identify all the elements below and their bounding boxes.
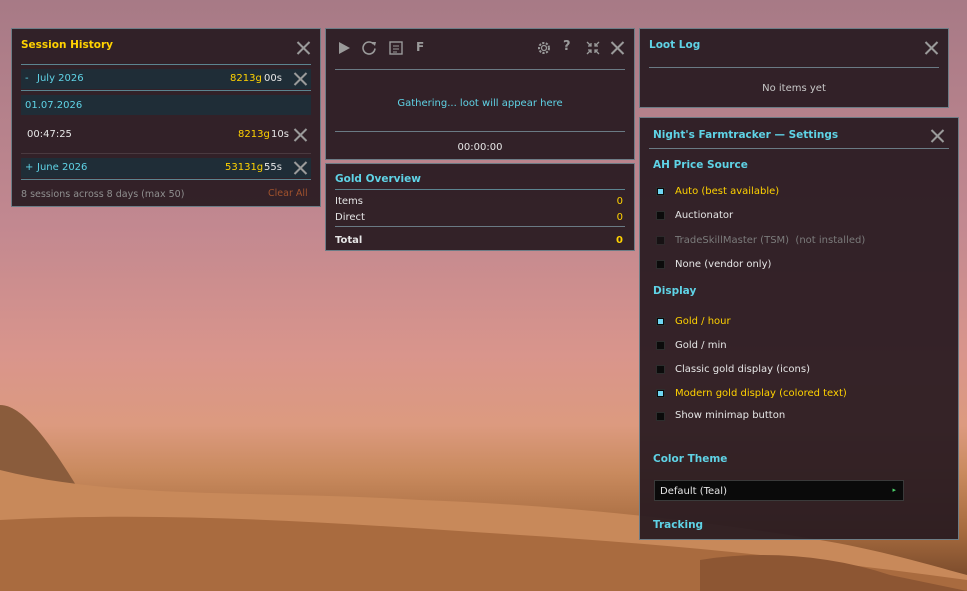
collapse-icon[interactable]: [585, 40, 601, 56]
tsm-checkbox: [656, 236, 665, 245]
month-toggle[interactable]: -: [25, 73, 29, 84]
theme-dropdown[interactable]: Default (Teal) ▸: [654, 480, 904, 501]
close-icon[interactable]: [610, 41, 624, 55]
month-row-june[interactable]: + June 2026 53131g 55s: [21, 158, 311, 178]
price-source-heading: AH Price Source: [653, 159, 748, 171]
minimap-button-label[interactable]: Show minimap button: [675, 410, 785, 421]
day-label: 01.07.2026: [25, 100, 83, 111]
month-gold: 53131g: [225, 162, 264, 173]
tsm-option-label: TradeSkillMaster (TSM) (not installed): [675, 235, 866, 246]
loot-log-panel: Loot Log No items yet: [639, 28, 949, 108]
items-label: Items: [335, 196, 363, 207]
session-gold: 8213g: [238, 129, 270, 140]
theme-dropdown-value: Default (Teal): [660, 486, 727, 497]
month-time: 55s: [264, 162, 282, 173]
gold-hour-checkbox[interactable]: [656, 317, 665, 326]
help-icon[interactable]: ?: [563, 39, 571, 54]
month-gold: 8213g: [230, 73, 262, 84]
gold-overview-panel: Gold Overview Items 0 Direct 0 Total 0: [325, 163, 635, 251]
auctionator-checkbox[interactable]: [656, 211, 665, 220]
modern-gold-checkbox[interactable]: [656, 389, 665, 398]
session-time: 00:47:25: [27, 129, 72, 140]
month-toggle[interactable]: +: [25, 162, 33, 173]
session-timer: 00:00:00: [457, 142, 503, 153]
play-icon[interactable]: [337, 41, 351, 55]
none-checkbox[interactable]: [656, 260, 665, 269]
month-label: July 2026: [37, 73, 84, 84]
total-label: Total: [335, 235, 363, 246]
direct-label: Direct: [335, 212, 365, 223]
reset-icon[interactable]: [361, 40, 377, 56]
close-icon[interactable]: [296, 41, 310, 55]
gathering-message: Gathering... loot will appear here: [397, 98, 563, 109]
filter-f-button[interactable]: F: [416, 40, 424, 54]
gold-hour-label[interactable]: Gold / hour: [675, 316, 731, 327]
gear-icon[interactable]: [536, 40, 552, 56]
auto-checkbox[interactable]: [656, 187, 665, 196]
loot-empty-message: No items yet: [762, 83, 826, 94]
none-option-label[interactable]: None (vendor only): [675, 259, 771, 270]
minimap-button-checkbox[interactable]: [656, 412, 665, 421]
total-value: 0: [616, 235, 623, 246]
day-row[interactable]: 01.07.2026: [21, 95, 311, 115]
tracking-heading: Tracking: [653, 519, 704, 531]
gold-min-checkbox[interactable]: [656, 341, 665, 350]
delete-month-icon[interactable]: [293, 161, 307, 175]
classic-gold-label[interactable]: Classic gold display (icons): [675, 364, 810, 375]
auto-option-label[interactable]: Auto (best available): [675, 186, 779, 197]
items-value: 0: [616, 196, 623, 207]
classic-gold-checkbox[interactable]: [656, 365, 665, 374]
month-time: 00s: [264, 73, 282, 84]
auctionator-option-label[interactable]: Auctionator: [675, 210, 733, 221]
loot-log-title: Loot Log: [649, 39, 701, 51]
gold-min-label[interactable]: Gold / min: [675, 340, 727, 351]
month-row-july[interactable]: - July 2026 8213g 00s: [21, 69, 311, 89]
settings-title: Night's Farmtracker — Settings: [653, 129, 839, 141]
gold-overview-title: Gold Overview: [335, 173, 421, 185]
color-theme-heading: Color Theme: [653, 453, 728, 465]
display-heading: Display: [653, 285, 697, 297]
dropdown-arrow-icon: ▸: [892, 486, 896, 494]
direct-value: 0: [616, 212, 623, 223]
month-label: June 2026: [37, 162, 88, 173]
modern-gold-label[interactable]: Modern gold display (colored text): [675, 388, 847, 399]
session-secs: 10s: [271, 129, 289, 140]
close-icon[interactable]: [924, 41, 938, 55]
clear-all-button[interactable]: Clear All: [268, 188, 308, 199]
delete-session-icon[interactable]: [293, 128, 307, 142]
session-history-panel: Session History - July 2026 8213g 00s 01…: [11, 28, 321, 207]
session-footer: 8 sessions across 8 days (max 50): [21, 189, 185, 200]
tracker-panel: F ? Gathering... loot will appear here 0…: [325, 28, 635, 160]
settings-panel: Night's Farmtracker — Settings AH Price …: [639, 117, 959, 540]
delete-month-icon[interactable]: [293, 72, 307, 86]
minimap-icon[interactable]: [388, 40, 404, 56]
session-row[interactable]: 00:47:25 8213g 10s: [21, 125, 311, 145]
close-icon[interactable]: [930, 129, 944, 143]
session-history-title: Session History: [21, 39, 114, 51]
